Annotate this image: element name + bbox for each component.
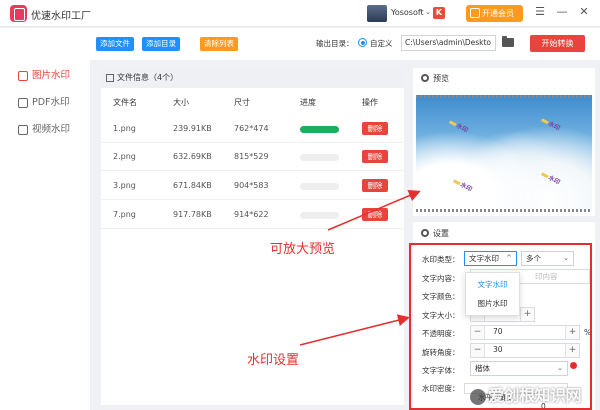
app-title: 优速水印工厂: [31, 11, 91, 22]
annotation-watermark-settings: 水印设置: [247, 353, 300, 368]
site-logo-icon: [470, 388, 486, 405]
chevron-down-icon[interactable]: ⌄: [425, 8, 431, 16]
sidebar: 图片水印 PDF水印 视频水印: [0, 28, 90, 410]
file-icon: [106, 74, 114, 82]
delete-button[interactable]: 删除: [362, 122, 388, 135]
sidebar-item-image-watermark[interactable]: 图片水印: [18, 69, 70, 83]
file-dimension: 904*583: [234, 181, 269, 190]
username[interactable]: Yososoft: [391, 8, 424, 17]
file-size: 671.84KB: [173, 181, 212, 190]
file-name: 2.png: [113, 152, 136, 161]
delete-button[interactable]: 删除: [362, 208, 388, 221]
column-header-size: 大小: [173, 98, 189, 107]
column-header-name: 文件名: [113, 98, 137, 107]
delete-button[interactable]: 删除: [362, 150, 388, 163]
file-name: 1.png: [113, 124, 136, 133]
file-dimension: 914*622: [234, 210, 269, 219]
sidebar-item-pdf-watermark[interactable]: PDF水印: [18, 96, 70, 110]
watermark-stamp: 水印: [448, 117, 470, 134]
preview-title-text: 预览: [433, 74, 449, 83]
pdf-icon: [18, 98, 28, 108]
folder-icon[interactable]: [502, 36, 514, 47]
minimize-icon[interactable]: —: [555, 5, 569, 19]
preview-title: 预览: [421, 73, 449, 84]
file-size: 917.78KB: [173, 210, 212, 219]
file-name: 3.png: [113, 181, 136, 190]
video-icon: [18, 125, 28, 135]
user-avatar[interactable]: [367, 5, 387, 22]
preview-image[interactable]: 水印 水印 水印 水印: [416, 95, 592, 212]
watermark-stamp: 水印: [452, 176, 474, 193]
crown-icon: [470, 8, 480, 18]
sidebar-item-video-watermark[interactable]: 视频水印: [18, 123, 70, 137]
table-row: 2.png 632.69KB 815*529 删除: [101, 143, 404, 171]
file-name: 7.png: [113, 210, 136, 219]
logout-icon[interactable]: K: [433, 7, 445, 19]
table-row: 3.png 671.84KB 904*583 删除: [101, 172, 404, 200]
column-header-progress: 进度: [300, 98, 316, 107]
custom-radio-label[interactable]: 自定义: [370, 38, 393, 49]
file-panel-title: 文件信息（4个）: [117, 73, 179, 82]
add-directory-button[interactable]: 添加目录: [142, 37, 180, 51]
annotation-zoom-preview: 可放大预览: [270, 242, 336, 257]
file-size: 632.69KB: [173, 152, 212, 161]
film-edge: [416, 95, 592, 98]
vip-button[interactable]: 开通会员: [466, 5, 523, 22]
site-watermark-text: 爱创根知识网: [488, 386, 582, 405]
title-bar: 优速水印工厂 Yososoft ⌄ K 开通会员 ☰ — ✕: [0, 0, 600, 27]
preview-panel: 预览 水印 水印 水印 水印: [413, 68, 595, 216]
output-path-input[interactable]: C:\Users\admin\Deskto: [401, 35, 496, 51]
gear-icon: [421, 229, 429, 237]
app-logo-icon: [10, 5, 27, 22]
file-panel-header: 文件信息（4个）: [101, 68, 404, 88]
progress-bar: [300, 212, 339, 219]
file-dimension: 815*529: [234, 152, 269, 161]
vip-label: 开通会员: [482, 9, 514, 18]
table-row: 1.png 239.91KB 762*474 删除: [101, 115, 404, 143]
toolbar: 添加文件 添加目录 清除列表 输出目录： 自定义 C:\Users\admin\…: [90, 28, 600, 60]
watermark-stamp: 水印: [540, 115, 562, 132]
add-file-button[interactable]: 添加文件: [96, 37, 134, 51]
file-dimension: 762*474: [234, 124, 269, 133]
delete-button[interactable]: 删除: [362, 179, 388, 192]
sidebar-item-label: 图片水印: [32, 70, 71, 81]
settings-title-text: 设置: [433, 229, 449, 238]
image-icon: [18, 71, 28, 81]
settings-title: 设置: [421, 228, 449, 239]
sidebar-item-label: PDF水印: [32, 97, 70, 108]
progress-bar: [300, 154, 339, 161]
column-header-dimension: 尺寸: [234, 98, 250, 107]
sidebar-item-label: 视频水印: [32, 124, 71, 135]
site-watermark: 爱创根知识网: [470, 382, 582, 406]
progress-bar: [300, 183, 339, 190]
gear-icon: [421, 74, 429, 82]
close-icon[interactable]: ✕: [577, 5, 591, 19]
file-size: 239.91KB: [173, 124, 212, 133]
clear-list-button[interactable]: 清除列表: [200, 37, 238, 51]
column-header-action: 操作: [362, 98, 378, 107]
menu-icon[interactable]: ☰: [533, 5, 547, 19]
custom-radio[interactable]: [358, 38, 367, 47]
table-row: 7.png 917.78KB 914*622 删除: [101, 201, 404, 229]
progress-bar: [300, 126, 339, 133]
watermark-stamp: 水印: [540, 169, 562, 186]
progress-fill: [300, 126, 339, 133]
start-convert-button[interactable]: 开始转换: [530, 35, 585, 52]
film-edge: [416, 209, 592, 212]
output-dir-label: 输出目录：: [316, 39, 354, 48]
app-window: 优速水印工厂 Yososoft ⌄ K 开通会员 ☰ — ✕ 图片水印 PDF水…: [0, 0, 600, 410]
